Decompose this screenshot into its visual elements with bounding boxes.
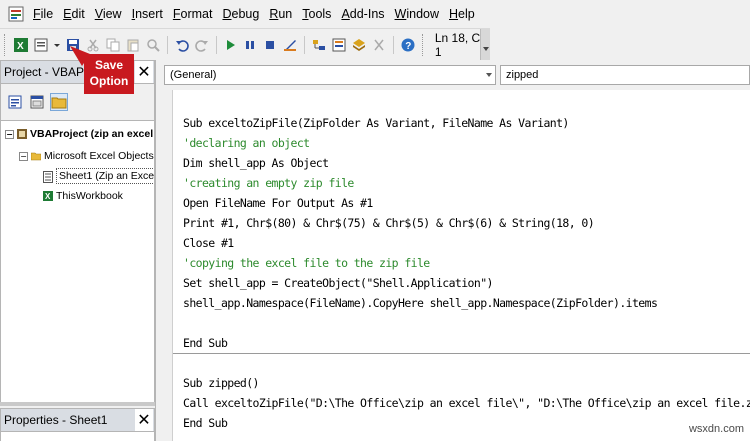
tree-item-label: Sheet1 (Zip an Excel File): [56, 168, 154, 184]
view-code-icon[interactable]: [6, 93, 24, 111]
menu-view[interactable]: View: [90, 0, 127, 28]
help-icon[interactable]: ?: [401, 38, 415, 52]
toolbar-grip[interactable]: [4, 33, 7, 56]
code-line[interactable]: Sub exceltoZipFile(ZipFolder As Variant,…: [183, 114, 569, 132]
svg-text:X: X: [17, 41, 24, 52]
toolbar-separator: [166, 35, 168, 54]
code-line[interactable]: End Sub: [183, 334, 228, 352]
menu-run[interactable]: Run: [264, 0, 297, 28]
callout-line-2: Option: [89, 74, 129, 88]
code-line[interactable]: Open FileName For Output As #1: [183, 194, 373, 212]
project-tree-scrollbar[interactable]: [0, 402, 155, 406]
menu-tools[interactable]: Tools: [297, 0, 336, 28]
code-line[interactable]: 'declaring an object: [183, 134, 310, 152]
collapse-icon[interactable]: −: [19, 151, 28, 161]
vbaproject-icon: [17, 129, 27, 139]
menu-insert[interactable]: Insert: [127, 0, 168, 28]
toolbar-separator: [304, 35, 306, 54]
menu-debug[interactable]: Debug: [217, 0, 264, 28]
code-margin-indicator-bar[interactable]: [156, 90, 173, 441]
chevron-down-icon[interactable]: [486, 73, 492, 77]
procedure-separator: [173, 353, 750, 354]
code-line[interactable]: Sub zipped(): [183, 374, 259, 392]
toolbox-icon[interactable]: [372, 38, 386, 52]
collapse-icon[interactable]: −: [5, 129, 14, 139]
break-icon[interactable]: [243, 38, 257, 52]
menu-format[interactable]: Format: [168, 0, 218, 28]
code-line[interactable]: Print #1, Chr$(80) & Chr$(75) & Chr$(5) …: [183, 214, 595, 232]
code-line[interactable]: End Sub: [183, 414, 228, 432]
menu-bar: File Edit View Insert Format Debug Run T…: [0, 0, 750, 28]
code-line[interactable]: Set shell_app = CreateObject("Shell.Appl…: [183, 274, 493, 292]
object-dropdown-value: (General): [170, 69, 217, 81]
tree-item-excel-objects[interactable]: − Microsoft Excel Objects: [19, 149, 154, 163]
project-tree: − VBAProject (zip an excel file.xlsm) − …: [0, 120, 155, 406]
properties-panel-title-text: Properties - Sheet1: [4, 413, 108, 427]
view-excel-icon[interactable]: X: [13, 37, 28, 52]
menu-file[interactable]: File: [28, 0, 58, 28]
menu-edit[interactable]: Edit: [58, 0, 90, 28]
tree-item-thisworkbook[interactable]: X ThisWorkbook: [43, 189, 123, 203]
code-editor[interactable]: Sub exceltoZipFile(ZipFolder As Variant,…: [155, 90, 750, 441]
find-icon[interactable]: [146, 38, 160, 52]
copy-icon[interactable]: [106, 38, 120, 52]
view-object-icon[interactable]: [28, 93, 46, 111]
toolbar-separator: [393, 35, 395, 54]
save-option-callout: Save Option: [84, 54, 134, 94]
watermark: wsxdn.com: [688, 423, 744, 435]
tree-item-label: ThisWorkbook: [56, 190, 123, 202]
toolbar-options-dropdown[interactable]: [480, 29, 490, 61]
properties-panel-close-button[interactable]: ✕: [135, 409, 153, 431]
paste-icon[interactable]: [126, 38, 140, 52]
run-icon[interactable]: [223, 38, 237, 52]
insert-module-icon[interactable]: [34, 38, 48, 52]
undo-icon[interactable]: [175, 38, 189, 52]
code-line[interactable]: Call exceltoZipFile("D:\The Office\zip a…: [183, 394, 750, 412]
menu-window[interactable]: Window: [390, 0, 444, 28]
project-panel-close-button[interactable]: ✕: [135, 61, 153, 83]
worksheet-icon: [43, 171, 53, 183]
chevron-down-icon[interactable]: [53, 38, 60, 52]
svg-text:X: X: [45, 192, 51, 201]
object-dropdown[interactable]: (General): [164, 65, 496, 85]
workbook-icon: X: [43, 191, 53, 201]
project-explorer-icon[interactable]: [312, 38, 326, 52]
toolbar-grip[interactable]: [422, 33, 425, 56]
toolbar-separator: [215, 35, 217, 54]
tree-item-sheet1[interactable]: Sheet1 (Zip an Excel File): [43, 168, 154, 184]
code-line[interactable]: Close #1: [183, 234, 234, 252]
toggle-folders-icon[interactable]: [50, 93, 68, 111]
properties-window-icon[interactable]: [332, 38, 346, 52]
menu-add-ins[interactable]: Add-Ins: [336, 0, 389, 28]
design-mode-icon[interactable]: [283, 38, 297, 52]
callout-line-1: Save: [94, 58, 124, 72]
code-line[interactable]: 'creating an empty zip file: [183, 174, 354, 192]
properties-panel-body: [0, 432, 155, 441]
properties-panel-title: Properties - Sheet1 ✕: [0, 408, 155, 432]
code-line[interactable]: 'copying the excel file to the zip file: [183, 254, 430, 272]
tree-item-label: VBAProject (zip an excel file.xlsm): [30, 128, 154, 140]
folder-icon: [30, 151, 42, 161]
tree-item-label: Microsoft Excel Objects: [44, 150, 154, 162]
excel-app-icon[interactable]: [8, 6, 24, 22]
procedure-dropdown-value: zipped: [506, 69, 539, 81]
tree-item-vbaproject[interactable]: − VBAProject (zip an excel file.xlsm): [5, 127, 154, 141]
svg-text:?: ?: [405, 41, 411, 52]
redo-icon[interactable]: [194, 38, 209, 52]
code-line[interactable]: shell_app.Namespace(FileName).CopyHere s…: [183, 294, 658, 312]
object-browser-icon[interactable]: [352, 38, 366, 52]
menu-help[interactable]: Help: [444, 0, 480, 28]
procedure-dropdown[interactable]: zipped: [500, 65, 750, 85]
code-window-header: (General) zipped: [155, 60, 750, 90]
code-line[interactable]: Dim shell_app As Object: [183, 154, 329, 172]
reset-icon[interactable]: [263, 38, 277, 52]
